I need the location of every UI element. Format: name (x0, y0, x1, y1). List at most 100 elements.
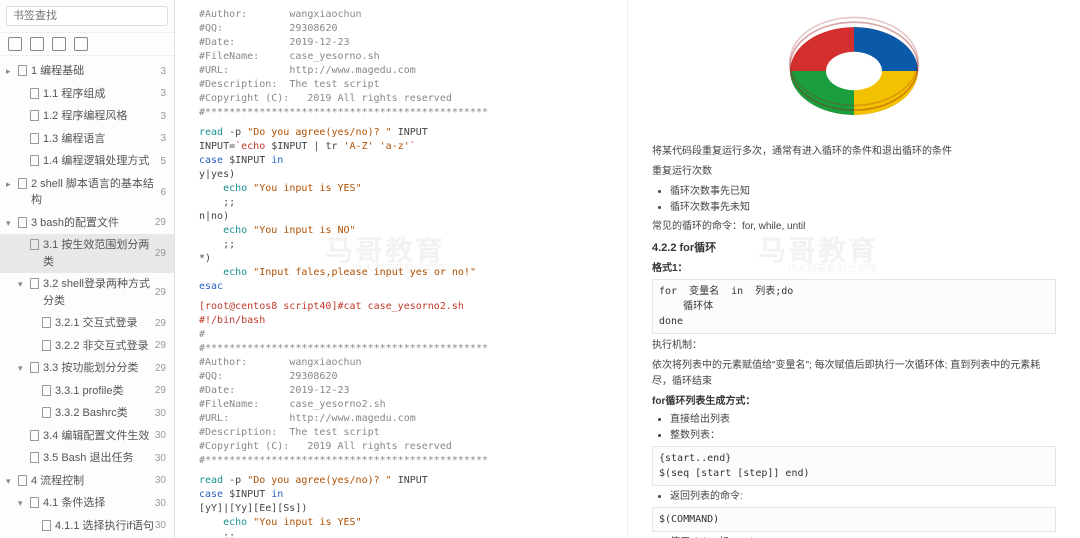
sidebar-toolbar (0, 33, 174, 56)
page-number: 3 (160, 131, 166, 146)
cycle-diagram-icon (774, 6, 934, 136)
page-number: 3 (160, 64, 166, 79)
document-content: 马哥教育 IT人的高薪职业学院 #Author: wangxiaochun #Q… (175, 0, 1080, 538)
page-number: 29 (155, 383, 166, 398)
toc-label: 3.2.2 非交互式登录 (55, 338, 149, 355)
toc-item-15[interactable]: 3.5 Bash 退出任务30 (0, 447, 174, 470)
page-number: 30 (155, 451, 166, 466)
page-number: 29 (155, 215, 166, 230)
toc-label: 1.3 编程语言 (43, 131, 105, 148)
thumbnail-icon[interactable] (30, 37, 44, 51)
gen-list-4: 使用glob，如：*.sh 变量引用，如：$@,$# (652, 535, 1056, 538)
list-item: 直接给出列表 (670, 412, 1056, 427)
bookmark-icon[interactable] (74, 37, 88, 51)
list-item: 循环次数事先已知 (670, 184, 1056, 199)
toc-label: 1.1 程序组成 (43, 86, 105, 103)
chevron-icon: ▾ (6, 217, 14, 231)
repeat-list: 循环次数事先已知 循环次数事先未知 (652, 184, 1056, 215)
chevron-icon: ▸ (6, 178, 14, 192)
toc-item-5[interactable]: ▸ 2 shell 脚本语言的基本结构6 (0, 173, 174, 212)
page-number: 6 (160, 185, 166, 200)
list-item: 整数列表： (670, 428, 1056, 443)
watermark-subtext: IT人的高薪职业学院 (355, 262, 444, 277)
common-cmds: 常见的循环的命令：for, while, until (652, 219, 1056, 235)
toc-item-10[interactable]: 3.2.2 非交互式登录29 (0, 335, 174, 358)
list-item: 使用glob，如：*.sh (670, 535, 1056, 538)
bookmark-ribbon-icon[interactable] (52, 37, 66, 51)
gen2-code: {start..end} $(seq [start [step]] end) (652, 446, 1056, 486)
toc-label: 4.1 条件选择 (43, 495, 105, 512)
bookmark-icon (30, 452, 39, 463)
bookmark-icon (18, 475, 27, 486)
page-number: 5 (160, 154, 166, 169)
bookmark-icon (42, 317, 51, 328)
toc-label: 1.4 编程逻辑处理方式 (43, 153, 149, 170)
list-item: 返回列表的命令: (670, 489, 1056, 504)
page-number: 29 (155, 316, 166, 331)
chevron-icon: ▸ (6, 65, 14, 79)
page-left: 马哥教育 IT人的高薪职业学院 #Author: wangxiaochun #Q… (175, 0, 628, 538)
toc-item-14[interactable]: 3.4 编辑配置文件生效30 (0, 425, 174, 448)
page-number: 29 (155, 285, 166, 300)
mechanism-text: 依次将列表中的元素赋值给"变量名"; 每次赋值后即执行一次循环体; 直到列表中的… (652, 358, 1056, 390)
toc-label: 2 shell 脚本语言的基本结构 (31, 176, 160, 209)
toc-item-17[interactable]: ▾4.1 条件选择30 (0, 492, 174, 515)
bookmark-icon (30, 155, 39, 166)
toc-label: 1.2 程序编程风格 (43, 108, 127, 125)
toc-label: 3.4 编辑配置文件生效 (43, 428, 149, 445)
toc-label: 3.1 按生效范围划分两类 (43, 237, 155, 270)
toc-item-11[interactable]: ▾3.3 按功能划分分类29 (0, 357, 174, 380)
search-container (0, 0, 174, 33)
bookmark-icon (30, 278, 39, 289)
page-number: 29 (155, 246, 166, 261)
toc-item-2[interactable]: 1.2 程序编程风格 3 (0, 105, 174, 128)
toc-item-13[interactable]: 3.3.2 Bashrc类30 (0, 402, 174, 425)
toc-label: 3.2 shell登录两种方式分类 (43, 276, 155, 309)
toc-item-7[interactable]: 3.1 按生效范围划分两类29 (0, 234, 174, 273)
code-block-script2: read -p "Do you agree(yes/no)? " INPUT c… (199, 474, 603, 538)
bookmark-icon (18, 178, 27, 189)
intro-text: 将某代码段重复运行多次，通常有进入循环的条件和退出循环的条件 (652, 144, 1056, 160)
toc-label: 1 编程基础 (31, 63, 84, 80)
toc-item-12[interactable]: 3.3.1 profile类 29 (0, 380, 174, 403)
chevron-icon: ▾ (18, 278, 26, 292)
bookmark-icon (30, 133, 39, 144)
list-item: 循环次数事先未知 (670, 200, 1056, 215)
toc-item-1[interactable]: 1.1 程序组成 3 (0, 83, 174, 106)
toc-label: 4.1.1 选择执行if语句 (55, 518, 154, 535)
toc-item-9[interactable]: 3.2.1 交互式登录 29 (0, 312, 174, 335)
gen-title: for循环列表生成方式： (652, 394, 1056, 409)
watermark-subtext: IT人的高薪职业学院 (788, 262, 877, 277)
toc-label: 3.2.1 交互式登录 (55, 315, 138, 332)
page-number: 3 (160, 86, 166, 101)
toc-item-8[interactable]: ▾ 3.2 shell登录两种方式分类29 (0, 273, 174, 312)
bookmark-icon (30, 239, 39, 250)
toc-item-6[interactable]: ▾ 3 bash的配置文件 29 (0, 212, 174, 235)
gen-list: 直接给出列表 整数列表： (652, 412, 1056, 443)
toc-item-0[interactable]: ▸ 1 编程基础 3 (0, 60, 174, 83)
chevron-icon: ▾ (6, 475, 14, 489)
bookmark-icon (42, 520, 51, 531)
outline-icon[interactable] (8, 37, 22, 51)
bookmark-icon (30, 88, 39, 99)
repeat-title: 重复运行次数 (652, 164, 1056, 180)
toc-item-16[interactable]: ▾4 流程控制30 (0, 470, 174, 493)
search-input[interactable] (6, 6, 168, 26)
bookmark-icon (30, 497, 39, 508)
bookmark-icon (42, 407, 51, 418)
toc-label: 3.3.1 profile类 (55, 383, 123, 400)
toc-item-18[interactable]: 4.1.1 选择执行if语句30 (0, 515, 174, 538)
page-number: 30 (155, 473, 166, 488)
page-number: 30 (155, 496, 166, 511)
code-block-header1: #Author: wangxiaochun #QQ: 29308620 #Dat… (199, 8, 603, 120)
page-right: 马哥教育 IT人的高薪职业学院 将某代码段重复运行多次，通常有进入循环的条件和退… (628, 0, 1080, 538)
sidebar-panel: ▸ 1 编程基础 3 1.1 程序组成 3 1.2 程序编程风格 3 1.3 编程语言 3 1.4… (0, 0, 175, 538)
page-number: 30 (155, 406, 166, 421)
bookmark-icon (30, 110, 39, 121)
toc-item-3[interactable]: 1.3 编程语言 3 (0, 128, 174, 151)
page-number: 3 (160, 109, 166, 124)
chevron-icon: ▾ (18, 362, 26, 376)
toc-item-4[interactable]: 1.4 编程逻辑处理方式 5 (0, 150, 174, 173)
mechanism-title: 执行机制： (652, 338, 1056, 354)
toc-label: 3 bash的配置文件 (31, 215, 119, 232)
